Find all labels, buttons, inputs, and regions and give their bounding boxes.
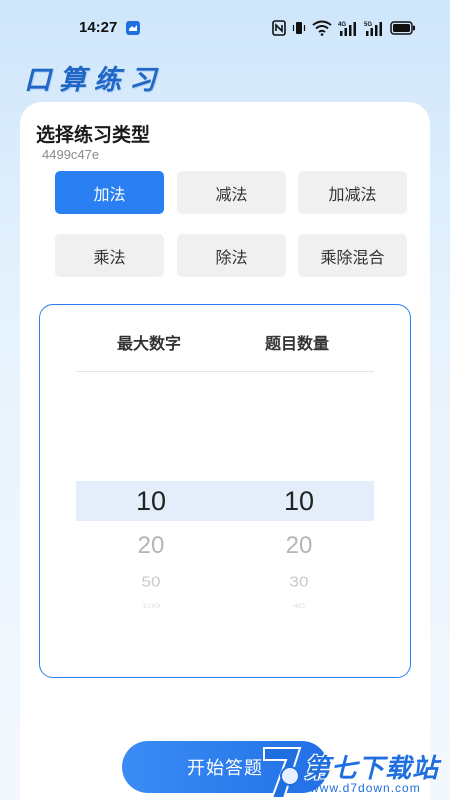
signal-5g-icon: 5G [364,22,382,36]
app-notification-icon [126,21,140,35]
watermark-brand: 第七下载站 [304,754,440,784]
nfc-icon [272,20,286,36]
picker-option[interactable]: 50 [76,571,226,597]
picker-option[interactable]: 10 [224,481,374,521]
picker-option[interactable]: 30 [224,571,374,597]
wifi-icon [312,20,332,36]
section-subtitle: 4499c47e [42,147,100,162]
signal-4g-icon: 4G [338,22,356,36]
type-button-subtraction[interactable]: 减法 [177,171,286,214]
picker-option[interactable]: 100 [76,602,226,610]
svg-text:5G: 5G [364,22,372,28]
picker-option[interactable]: 40 [224,602,374,610]
svg-text:4G: 4G [338,22,346,28]
max-number-header: 最大数字 [117,334,182,353]
battery-icon [390,21,415,35]
vibrate-icon [292,22,306,34]
picker-option[interactable]: 20 [224,521,374,569]
watermark: 第七下载站 www.d7down.com [260,740,450,800]
picker-option[interactable]: 20 [76,521,226,569]
max-number-picker[interactable]: 10 20 50 100 [76,481,226,613]
type-button-division[interactable]: 除法 [177,234,286,277]
status-time: 14:27 [79,19,118,36]
watermark-logo-icon [263,747,302,799]
picker-divider [76,371,374,372]
question-count-picker[interactable]: 10 20 30 40 [224,481,374,613]
type-button-multiply-divide-mixed[interactable]: 乘除混合 [298,234,407,277]
section-title: 选择练习类型 [36,124,151,146]
type-button-addition[interactable]: 加法 [55,171,164,214]
app-title: 口算练习 [24,65,164,96]
type-button-multiplication[interactable]: 乘法 [55,234,164,277]
question-count-header: 题目数量 [265,334,330,353]
watermark-url: www.d7down.com [310,781,421,795]
status-bar: 14:27 4G 5G [0,0,450,58]
picker-option[interactable]: 10 [76,481,226,521]
status-icons: 4G 5G [272,18,416,38]
type-button-add-subtract[interactable]: 加减法 [298,171,407,214]
